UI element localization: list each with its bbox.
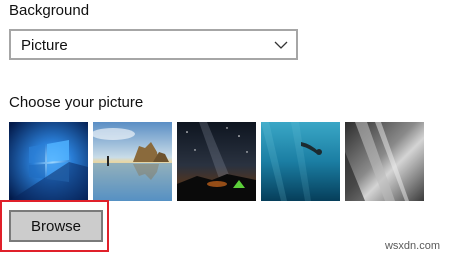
- browse-button[interactable]: Browse: [9, 210, 103, 242]
- background-dropdown[interactable]: Picture: [9, 29, 298, 60]
- choose-picture-label: Choose your picture: [9, 94, 144, 111]
- thumbnail-windows-light[interactable]: [9, 122, 88, 201]
- thumbnail-underwater-swimmer[interactable]: [261, 122, 340, 201]
- thumbnail-night-sky-tent[interactable]: [177, 122, 256, 201]
- watermark: wsxdn.com: [384, 240, 440, 252]
- thumbnail-rock-cliff[interactable]: [345, 122, 424, 201]
- background-label: Background: [9, 2, 90, 19]
- picture-thumbnails: [9, 122, 450, 201]
- background-dropdown-value: Picture: [21, 37, 68, 54]
- chevron-down-icon: [274, 41, 288, 49]
- thumbnail-beach-rocks[interactable]: [93, 122, 172, 201]
